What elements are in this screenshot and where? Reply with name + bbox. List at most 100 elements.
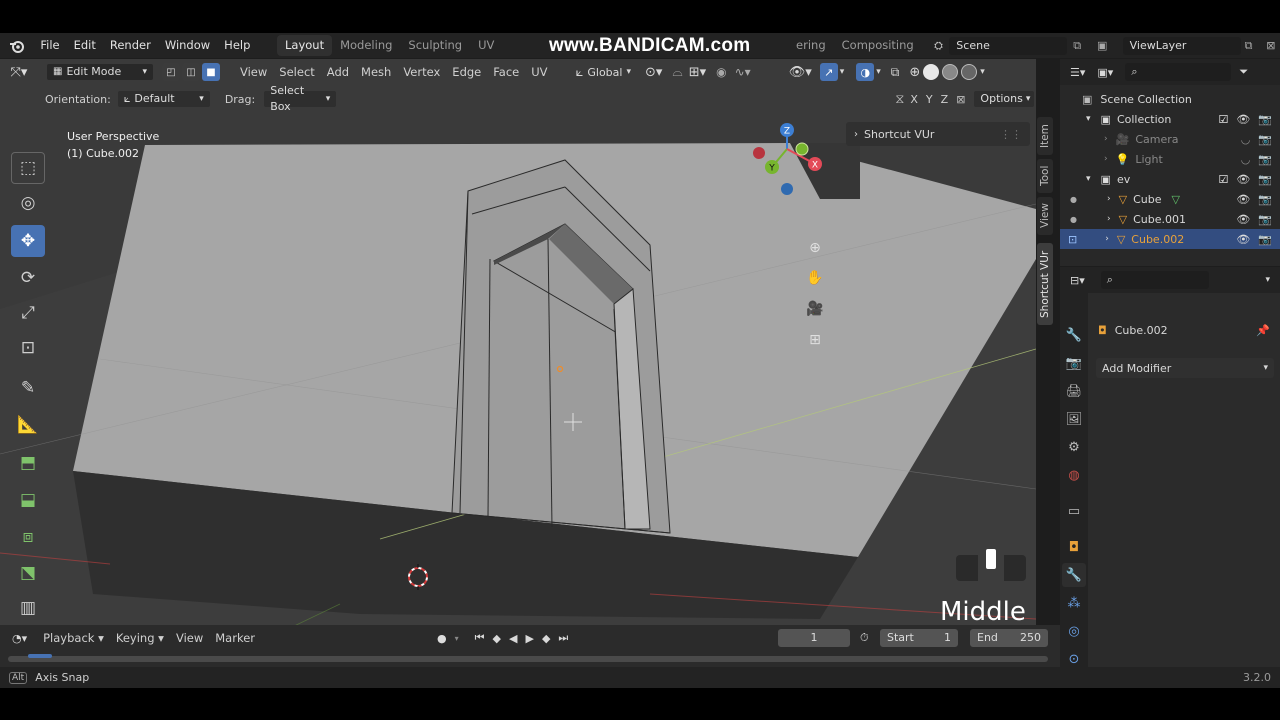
modifier-properties-icon[interactable]: 🔧 [1062,563,1086,587]
menu-mesh[interactable]: Mesh [355,65,397,79]
extrude-tool[interactable]: ⬓ [11,484,45,516]
select-box-tool[interactable]: ⬚ [11,152,45,184]
menu-playback[interactable]: Playback ▾ [37,631,110,645]
bevel-tool[interactable]: ⬔ [11,557,45,589]
checkbox-icon[interactable]: ☑ [1218,173,1228,186]
chevron-down-icon[interactable]: ▾ [840,67,845,77]
start-frame-field[interactable]: Start 1 [880,629,958,647]
end-frame-field[interactable]: End 250 [970,629,1048,647]
eye-closed-icon[interactable]: ◡ [1241,153,1251,166]
falloff-icon[interactable]: ∿▾ [735,65,751,79]
chevron-right-icon[interactable]: › [1104,134,1108,144]
navigation-gizmo[interactable]: Z Y X [750,119,830,199]
camera-render-icon[interactable]: 📷 [1258,133,1272,146]
outliner-row-camera[interactable]: › 🎥 Camera ◡ 📷 [1060,129,1280,149]
mirror-icon[interactable]: ⧖ [895,92,904,107]
chevron-down-icon[interactable]: ▾ [876,67,881,77]
collection-properties-icon[interactable]: ▭ [1062,499,1086,523]
chevron-right-icon[interactable]: › [1107,194,1111,204]
outliner-row-ev[interactable]: ▾ ▣ ev ☑ 👁 📷 [1060,169,1280,189]
menu-help[interactable]: Help [217,33,257,58]
chevron-right-icon[interactable]: › [1105,234,1109,244]
new-scene-icon[interactable]: ⧉ [1073,39,1087,53]
scale-tool[interactable]: ⤢ [11,297,45,329]
camera-view-icon[interactable]: 🎥 [802,296,828,322]
chevron-right-icon[interactable]: › [1104,154,1108,164]
pin-icon[interactable]: 📌 [1256,324,1270,337]
outliner-editor-icon[interactable]: ☰▾ [1070,66,1085,79]
tool-properties-icon[interactable]: 🔧 [1062,323,1086,347]
inset-tool[interactable]: ⧈ [11,521,45,553]
world-properties-icon[interactable]: ◍ [1062,463,1086,487]
tab-shortcut-vur[interactable]: Shortcut VUr [1037,243,1053,325]
snap-target-icon[interactable]: ⊞▾ [689,65,706,80]
camera-render-icon[interactable]: 📷 [1258,113,1272,126]
tab-tool[interactable]: Tool [1037,159,1053,193]
pivot-icon[interactable]: ⊙▾ [645,65,662,80]
menu-vertex[interactable]: Vertex [397,65,446,79]
stopwatch-icon[interactable]: ⏱ [860,631,869,645]
record-icon[interactable]: ● [437,632,447,645]
chevron-down-icon[interactable]: ▾ [1265,275,1270,285]
outliner-row-cube-001[interactable]: ● › ▽ Cube.001 👁 📷 [1060,209,1280,229]
properties-search-input[interactable]: ⌕ [1100,271,1209,289]
vertex-select-icon[interactable]: ◰ [162,63,180,81]
3d-viewport[interactable]: ⤧▾ ▦ Edit Mode ▾ ◰ ◫ ■ View Select Add M… [0,59,1036,652]
scene-icon[interactable]: ⛭ [928,36,950,56]
outliner-search-input[interactable]: ⌕ [1125,63,1232,81]
tab-view[interactable]: View [1037,197,1053,235]
solid-shading-icon[interactable] [923,64,940,80]
prev-keyframe-icon[interactable]: ◆ [493,632,501,645]
chevron-down-icon[interactable]: ▾ [1086,174,1091,184]
options-dropdown[interactable]: Options ▾ [973,90,1036,108]
visibility-icon[interactable]: 👁▾ [789,65,812,80]
mirror-axis-y[interactable]: Y [926,93,933,106]
view-layer-properties-icon[interactable]: 🖼 [1062,407,1086,431]
tab-compositing[interactable]: Compositing [834,35,922,56]
menu-face[interactable]: Face [487,65,525,79]
ortho-grid-icon[interactable]: ⊞ [802,327,828,353]
jump-end-icon[interactable]: ⏭ [558,631,568,645]
uv-sync-icon[interactable]: ⊠ [956,93,965,106]
zoom-icon[interactable]: ⊕ [802,235,828,261]
physics-properties-icon[interactable]: ◎ [1062,619,1086,643]
eye-icon[interactable]: 👁 [1236,213,1250,226]
menu-file[interactable]: File [33,33,66,58]
transform-tool[interactable]: ⊡ [11,332,45,364]
camera-render-icon[interactable]: 📷 [1258,153,1272,166]
chevron-down-icon[interactable]: ▾ [455,634,459,643]
eye-closed-icon[interactable]: ◡ [1241,133,1251,146]
transform-orientation[interactable]: ⟀ Global ▾ [576,65,631,80]
next-keyframe-icon[interactable]: ◆ [542,632,550,645]
cursor-tool[interactable]: ◎ [11,187,45,219]
outliner-row-cube[interactable]: ● › ▽ Cube ▽ 👁 📷 [1060,189,1280,209]
outliner-scene-collection[interactable]: ▣ Scene Collection [1060,89,1280,109]
particles-properties-icon[interactable]: ⁂ [1062,591,1086,615]
menu-uv[interactable]: UV [525,65,553,79]
rendered-shading-icon[interactable] [961,64,978,80]
eye-icon[interactable]: 👁 [1236,193,1250,206]
menu-edit[interactable]: Edit [67,33,103,58]
outliner-row-light[interactable]: › 💡 Light ◡ 📷 [1060,149,1280,169]
mirror-axis-z[interactable]: Z [941,93,949,106]
eye-icon[interactable]: 👁 [1236,233,1250,246]
mirror-axis-x[interactable]: X [910,93,918,106]
rotate-tool[interactable]: ⟳ [11,262,45,294]
checkbox-icon[interactable]: ☑ [1218,113,1228,126]
menu-edge[interactable]: Edge [446,65,487,79]
measure-tool[interactable]: 📐 [11,409,45,441]
object-properties-icon[interactable]: ◘ [1062,535,1086,559]
wireframe-shading-icon[interactable]: ⊕ [909,65,920,80]
filter-icon[interactable]: ⏷ [1239,65,1248,79]
add-cube-tool[interactable]: ⬒ [11,447,45,479]
shortcut-panel-header[interactable]: › Shortcut VUr ⋮⋮ [846,122,1030,146]
outliner-row-collection[interactable]: ▾ ▣ Collection ☑ 👁 📷 [1060,109,1280,129]
menu-window[interactable]: Window [158,33,217,58]
timeline-scrollbar[interactable] [8,654,1048,662]
xray-icon[interactable]: ⧉ [891,65,900,80]
blender-logo-icon[interactable] [0,33,33,58]
menu-render[interactable]: Render [103,33,158,58]
pan-hand-icon[interactable]: ✋ [802,265,828,291]
face-select-icon[interactable]: ■ [202,63,220,81]
play-reverse-icon[interactable]: ◀ [509,632,517,645]
